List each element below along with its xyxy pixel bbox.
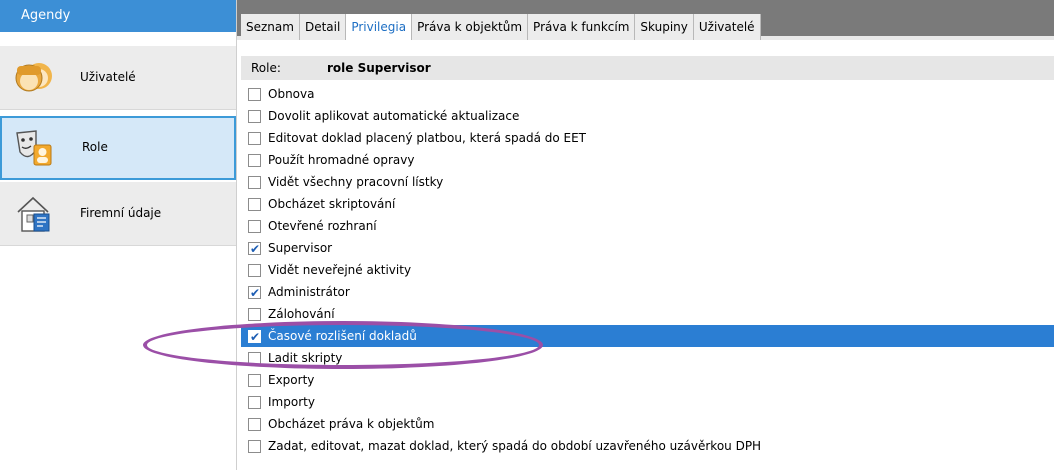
privilege-label: Dovolit aplikovat automatické aktualizac…: [268, 109, 520, 123]
tab-strip: Seznam Detail Privilegia Práva k objektů…: [241, 14, 761, 40]
checkbox-checked[interactable]: ✔: [248, 242, 261, 256]
role-masks-icon: [14, 128, 54, 168]
privilege-label: Editovat doklad placený platbou, která s…: [268, 131, 587, 145]
privilege-label: Použít hromadné opravy: [268, 153, 415, 167]
users-icon: [14, 58, 54, 98]
checkbox-unchecked[interactable]: [248, 352, 261, 365]
checkbox-checked[interactable]: ✔: [248, 286, 261, 300]
tab-seznam[interactable]: Seznam: [241, 14, 300, 40]
checkmark-icon: ✔: [249, 330, 261, 344]
main-panel: Seznam Detail Privilegia Práva k objektů…: [237, 0, 1054, 470]
checkbox-unchecked[interactable]: [248, 198, 261, 211]
privilege-label: Obnova: [268, 87, 315, 101]
privilege-row[interactable]: Importy: [241, 391, 1054, 413]
checkbox-unchecked[interactable]: [248, 154, 261, 167]
checkbox-unchecked[interactable]: [248, 176, 261, 189]
privilege-row[interactable]: Otevřené rozhraní: [241, 215, 1054, 237]
privilege-label: Vidět neveřejné aktivity: [268, 263, 412, 277]
privileges-list: Obnova Dovolit aplikovat automatické aktu…: [241, 83, 1054, 457]
privilege-row[interactable]: Dovolit aplikovat automatické aktualizac…: [241, 105, 1054, 127]
privilege-row[interactable]: Exporty: [241, 369, 1054, 391]
privilege-row[interactable]: Ladit skripty: [241, 347, 1054, 369]
privilege-label: Obcházet skriptování: [268, 197, 396, 211]
checkbox-unchecked[interactable]: [248, 418, 261, 431]
privilege-row[interactable]: ✔ Administrátor: [241, 281, 1054, 303]
privilege-label: Obcházet práva k objektům: [268, 417, 435, 431]
privilege-row[interactable]: ✔ Časové rozlišení dokladů: [241, 325, 1054, 347]
role-name: role Supervisor: [327, 61, 431, 75]
checkbox-unchecked[interactable]: [248, 132, 261, 145]
privilege-label: Vidět všechny pracovní lístky: [268, 175, 444, 189]
privilege-row[interactable]: Použít hromadné opravy: [241, 149, 1054, 171]
checkbox-unchecked[interactable]: [248, 440, 261, 453]
checkbox-unchecked[interactable]: [248, 308, 261, 321]
privilege-row[interactable]: ✔ Supervisor: [241, 237, 1054, 259]
privilege-label: Otevřené rozhraní: [268, 219, 377, 233]
tab-prava-k-funkcim[interactable]: Práva k funkcím: [528, 14, 636, 40]
privilege-label: Exporty: [268, 373, 315, 387]
tab-skupiny[interactable]: Skupiny: [635, 14, 694, 40]
privilege-label: Importy: [268, 395, 315, 409]
privilege-row[interactable]: Zadat, editovat, mazat doklad, který spa…: [241, 435, 1054, 457]
privilege-label: Časové rozlišení dokladů: [268, 329, 417, 343]
checkmark-icon: ✔: [249, 286, 261, 300]
checkmark-icon: ✔: [249, 242, 261, 256]
role-key-label: Role:: [251, 61, 281, 75]
checkbox-unchecked[interactable]: [248, 374, 261, 387]
checkbox-unchecked[interactable]: [248, 264, 261, 277]
privilege-label: Supervisor: [268, 241, 333, 255]
privilege-row[interactable]: Obnova: [241, 83, 1054, 105]
sidebar-item-label: Role: [82, 140, 108, 154]
privilege-row[interactable]: Vidět neveřejné aktivity: [241, 259, 1054, 281]
privilege-row[interactable]: Obcházet skriptování: [241, 193, 1054, 215]
company-data-icon: [14, 194, 54, 234]
tab-prava-k-objektum[interactable]: Práva k objektům: [412, 14, 529, 40]
checkbox-unchecked[interactable]: [248, 110, 261, 123]
checkbox-unchecked[interactable]: [248, 220, 261, 233]
tab-privilegia[interactable]: Privilegia: [346, 14, 413, 40]
privilege-row[interactable]: Obcházet práva k objektům: [241, 413, 1054, 435]
privilege-row[interactable]: Vidět všechny pracovní lístky: [241, 171, 1054, 193]
tab-detail[interactable]: Detail: [299, 14, 347, 40]
tab-uzivatele[interactable]: Uživatelé: [693, 14, 761, 40]
sidebar-item-label: Firemní údaje: [80, 206, 162, 220]
sidebar-header: Agendy: [0, 0, 236, 32]
checkbox-unchecked[interactable]: [248, 396, 261, 409]
tab-bar: Seznam Detail Privilegia Práva k objektů…: [237, 0, 1054, 40]
checkbox-unchecked[interactable]: [248, 88, 261, 101]
checkbox-checked[interactable]: ✔: [248, 330, 261, 344]
sidebar-item-role[interactable]: Role: [0, 116, 236, 180]
sidebar-item-label: Uživatelé: [80, 70, 136, 84]
privilege-row[interactable]: Editovat doklad placený platbou, která s…: [241, 127, 1054, 149]
privilege-label: Ladit skripty: [268, 351, 343, 365]
role-header: Role: role Supervisor: [241, 56, 1054, 80]
sidebar-item-company-data[interactable]: Firemní údaje: [0, 182, 236, 246]
privilege-label: Administrátor: [268, 285, 350, 299]
privilege-row[interactable]: Zálohování: [241, 303, 1054, 325]
agenda-sidebar: Agendy Uživatelé Role Firemní údaje: [0, 0, 237, 470]
sidebar-item-users[interactable]: Uživatelé: [0, 46, 236, 110]
privilege-label: Zadat, editovat, mazat doklad, který spa…: [268, 439, 762, 453]
privilege-label: Zálohování: [268, 307, 335, 321]
